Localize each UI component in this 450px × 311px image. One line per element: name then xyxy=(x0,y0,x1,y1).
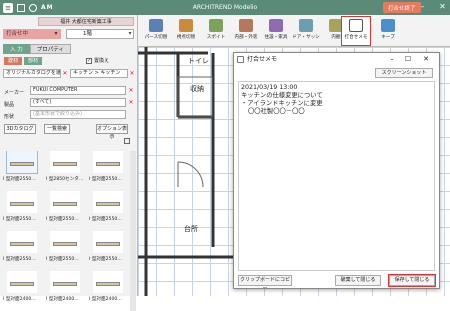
close-window-button[interactable]: ✕ xyxy=(437,1,448,13)
floor-selector[interactable]: 1階 xyxy=(66,29,134,39)
product-label: 製品 xyxy=(4,102,15,108)
minimize-button[interactable]: – xyxy=(417,1,428,13)
list-scrollbar[interactable] xyxy=(130,151,136,311)
interior-exterior-icon xyxy=(239,19,253,32)
memo-icon xyxy=(237,56,244,63)
perspective-icon xyxy=(149,19,163,32)
tab-component[interactable]: 部材 xyxy=(24,57,43,65)
checkbox-icon[interactable]: ✓ xyxy=(86,57,92,64)
keep-icon xyxy=(381,19,395,32)
viewpoint-toggle-button[interactable]: 視点切替 xyxy=(172,17,200,45)
shape-label: 形状 xyxy=(4,114,15,120)
project-name: 福井 大都住宅新築工事 xyxy=(38,17,134,26)
item-thumbnail xyxy=(6,151,38,174)
catalog-select[interactable]: オリジナルカタログを選択> xyxy=(3,69,61,78)
list-item[interactable]: I 型対面2550... xyxy=(46,231,84,267)
clear-category-icon[interactable]: ✕ xyxy=(128,70,136,78)
memo-icon xyxy=(349,19,363,32)
fixtures-furniture-button[interactable]: 住設・家具 xyxy=(262,17,290,45)
room-label-toilet: トイレ xyxy=(188,57,209,65)
memo-line: キッチンの仕様変更について xyxy=(241,92,323,99)
save-and-close-button[interactable]: 保存して閉じる xyxy=(388,274,436,287)
eyedropper-icon xyxy=(209,19,223,32)
clear-catalog-icon[interactable]: ✕ xyxy=(61,70,69,78)
memo-line: 2021/03/19 13:00 xyxy=(241,84,298,91)
item-thumbnail xyxy=(7,231,37,253)
shape-filter-input[interactable]: (基本形状で絞り込み) xyxy=(30,110,126,119)
chevron-down-icon[interactable]: ▾ xyxy=(51,29,61,39)
maker-select[interactable]: FUKUI COMPUTER xyxy=(30,86,126,95)
list-item[interactable]: I 型対面2400... xyxy=(46,271,84,307)
end-meeting-button[interactable]: 打合せ終了 xyxy=(383,2,421,13)
dialog-close-button[interactable]: ✕ xyxy=(420,53,432,66)
meeting-memo-button[interactable]: 打合せメモ xyxy=(341,16,371,46)
viewpoint-icon xyxy=(179,19,193,32)
list-item[interactable]: I 型対面2550... xyxy=(3,231,41,267)
meeting-memo-dialog: 打合せメモ – ☐ ✕ スクリーンショット 2021/03/19 13:00 キ… xyxy=(233,52,440,292)
item-thumbnail xyxy=(93,271,123,293)
list-item[interactable]: I 型対面2550... xyxy=(46,191,84,227)
list-item[interactable]: I 型対面2400... xyxy=(3,271,41,307)
tab-property[interactable]: プロパティ xyxy=(29,44,71,54)
eyedropper-button[interactable]: スポイト xyxy=(202,17,230,45)
item-thumbnail xyxy=(50,271,80,293)
list-search-button[interactable]: 一覧検索 xyxy=(44,124,70,134)
keep-button[interactable]: キープ xyxy=(374,17,402,45)
screenshot-button[interactable]: スクリーンショット xyxy=(375,68,433,78)
furniture-icon xyxy=(269,19,283,32)
item-thumbnail xyxy=(7,191,37,213)
item-thumbnail xyxy=(50,151,80,173)
tab-input[interactable]: 入 力 xyxy=(3,44,30,54)
item-thumbnail xyxy=(93,231,123,253)
left-panel: 福井 大都住宅新築工事 打合せ中 ▾ 1階 ▾ 入 力 プロパティ 建材 部材 … xyxy=(0,15,138,311)
replace-label: 置換え xyxy=(94,58,110,64)
door-sash-button[interactable]: ドア・サッシ xyxy=(292,17,320,45)
door-icon xyxy=(299,19,313,32)
memo-textarea[interactable]: 2021/03/19 13:00 キッチンの仕様変更について ・アイランドキッチ… xyxy=(238,81,435,271)
clear-product-icon[interactable]: ✕ xyxy=(127,99,135,107)
category-select[interactable]: キッチン > キッチン xyxy=(70,69,128,78)
ribbon-toolbar: パース切替 視点切替 スポイト 内部・外装 住設・家具 ドア・サッシ 内観 打合… xyxy=(138,15,450,47)
room-label-storage: 収納 xyxy=(190,85,204,93)
item-thumbnail xyxy=(50,191,80,213)
product-select[interactable]: (すべて) xyxy=(30,98,126,107)
list-item[interactable]: I 型対面2550... xyxy=(89,191,127,227)
product-list: I 型対面2550... I 型2850センタ... I 型対面2550... … xyxy=(3,151,129,311)
item-thumbnail xyxy=(50,231,80,253)
item-thumbnail xyxy=(93,191,123,213)
discard-and-close-button[interactable]: 破棄して閉じる xyxy=(335,275,381,286)
list-item[interactable]: I 型対面2550... xyxy=(89,231,127,267)
dialog-minimize-button[interactable]: – xyxy=(386,53,398,66)
option-display-button[interactable]: オプション表示 xyxy=(96,124,128,140)
panel-tabs: 入 力 プロパティ xyxy=(3,44,71,54)
memo-line: 〇〇社製〇〇－〇〇 xyxy=(248,108,305,115)
list-item[interactable]: I 型2850センタ... xyxy=(46,151,84,187)
tab-building-material[interactable]: 建材 xyxy=(4,57,23,65)
memo-line: ・アイランドキッチンに変更 xyxy=(241,100,323,107)
item-thumbnail xyxy=(7,271,37,293)
list-item[interactable]: I 型対面2550... xyxy=(89,151,127,187)
copy-to-clipboard-button[interactable]: クリップボードにコピー xyxy=(238,275,292,292)
item-thumbnail xyxy=(93,151,123,173)
app-titlebar: ≡ AM ARCHITREND Modelio 打合せ終了 – ✕ xyxy=(0,0,450,15)
3d-catalog-button[interactable]: 3Dカタログ xyxy=(4,124,36,134)
list-item[interactable]: I 型対面2550... xyxy=(3,151,41,187)
dialog-title-text: 打合せメモ xyxy=(247,56,278,63)
interior-view-icon xyxy=(329,19,343,32)
dialog-maximize-button[interactable]: ☐ xyxy=(402,53,414,66)
room-label-kitchen: 台所 xyxy=(184,225,198,233)
perspective-toggle-button[interactable]: パース切替 xyxy=(142,17,170,45)
list-item[interactable]: I 型対面2550... xyxy=(3,191,41,227)
interior-exterior-button[interactable]: 内部・外装 xyxy=(232,17,260,45)
floor-chevron-icon[interactable]: ▾ xyxy=(126,30,134,38)
list-item[interactable]: I 型対面2400... xyxy=(89,271,127,307)
maker-label: メーカー xyxy=(4,90,25,96)
replace-checkbox[interactable]: ✓ 置換え xyxy=(86,57,109,64)
clear-maker-icon[interactable]: ✕ xyxy=(127,87,135,95)
grid-view-icon[interactable] xyxy=(124,138,130,144)
